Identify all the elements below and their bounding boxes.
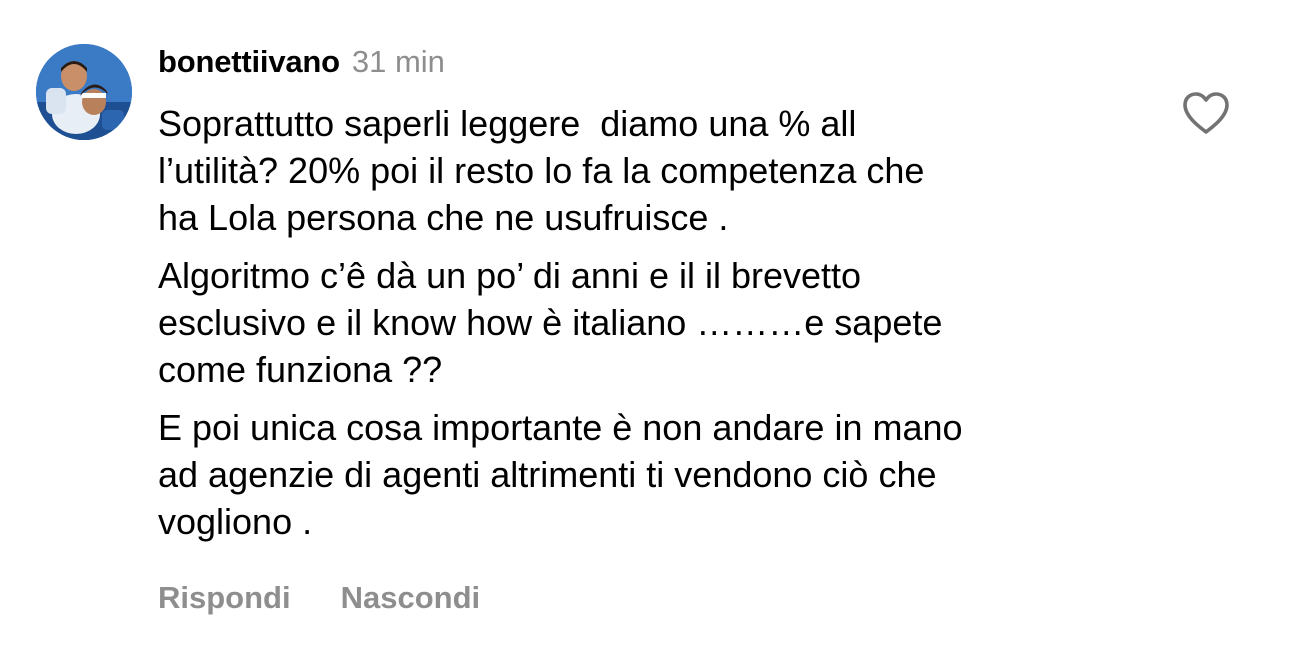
comment-timestamp: 31 min [351, 44, 445, 79]
heart-outline-icon[interactable] [1181, 90, 1231, 136]
username[interactable]: bonettiivano [158, 44, 340, 80]
reply-button[interactable]: Rispondi [158, 580, 291, 616]
comment-paragraph: Soprattutto saperli leggere diamo una % … [158, 103, 925, 238]
hide-button[interactable]: Nascondi [341, 580, 481, 616]
comment-paragraph: Algoritmo c’ê dà un po’ di anni e il il … [158, 255, 943, 390]
avatar-photo [36, 44, 132, 140]
avatar[interactable] [36, 44, 132, 140]
comment-text: Soprattutto saperli leggere diamo una % … [158, 100, 1148, 556]
comment-paragraph: E poi unica cosa importante è non andare… [158, 407, 963, 542]
comment-header: bonettiivano 31 min [158, 44, 445, 88]
comment-item: bonettiivano 31 min Soprattutto saperli … [0, 0, 1290, 647]
comment-actions: Rispondi Nascondi [158, 580, 530, 616]
